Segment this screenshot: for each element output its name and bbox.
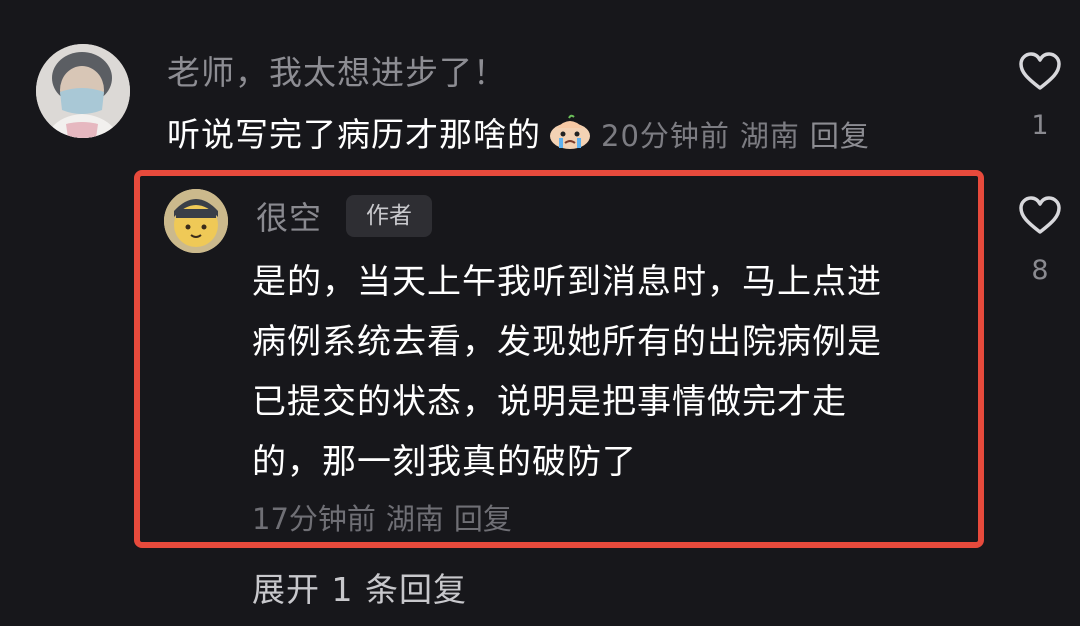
like-heart-icon[interactable] <box>1017 50 1063 92</box>
reply-time: 17分钟前 <box>252 502 376 536</box>
reply-like-count: 8 <box>1031 255 1049 286</box>
reply-text-line-3: 已提交的状态，说明是把事情做完才走 <box>252 382 847 422</box>
commenter-username[interactable]: 老师，我太想进步了！ <box>167 46 507 94</box>
comment-location: 湖南 <box>739 119 800 153</box>
reply-text-line-2: 病例系统去看，发现她所有的出院病例是 <box>252 322 882 362</box>
reply-text-line-1: 是的，当天上午我听到消息时，马上点进 <box>252 262 882 302</box>
like-heart-icon[interactable] <box>1017 194 1063 236</box>
masked-person-avatar-image <box>36 44 130 138</box>
comment-meta: 20分钟前 湖南 回复 <box>601 119 880 153</box>
reply-reply-button[interactable]: 回复 <box>454 502 512 536</box>
expand-replies-button[interactable]: 展开 1 条回复 <box>252 563 467 611</box>
reply-location: 湖南 <box>385 502 444 536</box>
commenter-avatar[interactable] <box>36 44 130 138</box>
comment-like-count: 1 <box>1031 110 1049 141</box>
crying-face-emoji-icon <box>545 114 595 150</box>
comment-thread: 老师，我太想进步了！ 听说写完了病历才那啥的 20分钟前 湖南 回复 1 很空 … <box>0 0 1080 626</box>
comment-reply-button[interactable]: 回复 <box>810 119 870 153</box>
reply-text-line-4: 的，那一刻我真的破防了 <box>252 442 637 482</box>
author-username[interactable]: 很空 <box>256 193 322 239</box>
author-badge: 作者 <box>346 195 432 237</box>
comment-time: 20分钟前 <box>601 119 730 153</box>
reply-meta: 17分钟前 湖南 回复 <box>252 496 522 538</box>
comment-text: 听说写完了病历才那啥的 <box>167 115 541 154</box>
comment-body: 听说写完了病历才那啥的 20分钟前 湖南 回复 <box>167 108 880 156</box>
